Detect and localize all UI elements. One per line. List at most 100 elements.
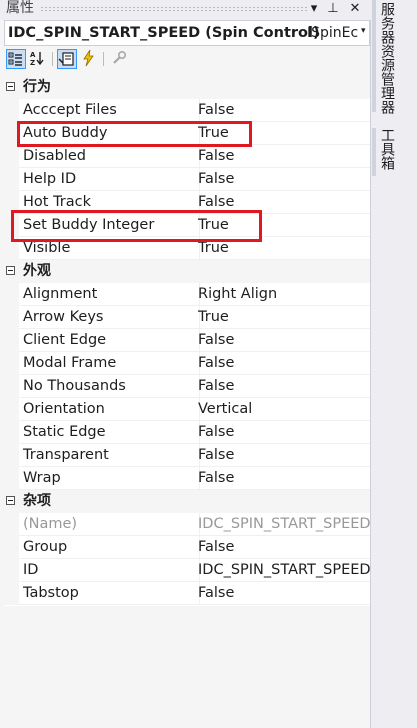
property-row[interactable]: Hot Track False <box>4 191 370 214</box>
close-icon[interactable]: ✕ <box>347 0 363 18</box>
property-value[interactable]: False <box>197 145 370 168</box>
svg-text:Z: Z <box>30 59 35 67</box>
title-grip <box>40 6 307 12</box>
property-row[interactable]: ID IDC_SPIN_START_SPEED <box>4 559 370 582</box>
property-name: Arrow Keys <box>19 306 200 329</box>
category-label: 杂项 <box>23 493 51 509</box>
property-value[interactable]: False <box>197 168 370 191</box>
property-value[interactable]: False <box>197 329 370 352</box>
collapse-icon[interactable] <box>6 266 15 275</box>
categorized-view-icon[interactable] <box>6 49 26 69</box>
category-appearance[interactable]: 外观 <box>4 260 370 283</box>
row-gutter <box>4 582 19 605</box>
row-gutter <box>4 352 19 375</box>
alphabetical-view-icon[interactable]: A Z <box>28 49 48 69</box>
property-row[interactable]: Visible True <box>4 237 370 260</box>
property-name: Transparent <box>19 444 200 467</box>
object-name: IDC_SPIN_START_SPEED (Spin Control) <box>8 25 320 41</box>
property-value[interactable]: False <box>197 375 370 398</box>
side-tab-bar <box>372 128 376 176</box>
svg-text:A: A <box>30 51 36 59</box>
property-value[interactable]: False <box>197 191 370 214</box>
row-gutter <box>4 145 19 168</box>
property-row[interactable]: Client Edge False <box>4 329 370 352</box>
property-value[interactable]: False <box>197 582 370 605</box>
row-gutter <box>4 444 19 467</box>
property-name: Hot Track <box>19 191 200 214</box>
property-name: No Thousands <box>19 375 200 398</box>
property-row[interactable]: Acccept Files False <box>4 99 370 122</box>
window-position-dropdown-icon[interactable]: ▾ <box>306 0 322 18</box>
row-gutter <box>4 99 19 122</box>
category-behavior[interactable]: 行为 <box>4 76 370 99</box>
property-row[interactable]: Group False <box>4 536 370 559</box>
property-name: Help ID <box>19 168 200 191</box>
property-value[interactable]: False <box>197 421 370 444</box>
property-row[interactable]: Orientation Vertical <box>4 398 370 421</box>
property-value[interactable]: False <box>197 352 370 375</box>
collapse-icon[interactable] <box>6 82 15 91</box>
property-row[interactable]: No Thousands False <box>4 375 370 398</box>
property-value[interactable]: True <box>197 122 370 145</box>
property-row[interactable]: (Name) IDC_SPIN_START_SPEED <box>4 513 370 536</box>
row-gutter <box>4 329 19 352</box>
server-explorer-tab[interactable]: 服务器资源管理器 <box>378 2 396 114</box>
panel-titlebar[interactable]: 属性 ▾ ⊥ ✕ <box>0 0 371 20</box>
row-gutter <box>4 398 19 421</box>
property-value[interactable]: Right Align <box>197 283 370 306</box>
property-name: Static Edge <box>19 421 200 444</box>
row-gutter <box>4 214 19 237</box>
property-row[interactable]: Transparent False <box>4 444 370 467</box>
property-row[interactable]: Disabled False <box>4 145 370 168</box>
pin-icon[interactable]: ⊥ <box>325 0 341 18</box>
toolbar-separator <box>103 52 104 66</box>
property-name: Acccept Files <box>19 99 200 122</box>
side-dock: 服务器资源管理器 工具箱 <box>372 0 417 728</box>
property-value[interactable]: False <box>197 444 370 467</box>
property-name: Visible <box>19 237 200 260</box>
property-value[interactable]: IDC_SPIN_START_SPEED <box>197 559 370 582</box>
property-row[interactable]: Auto Buddy True <box>4 122 370 145</box>
property-value[interactable]: False <box>197 467 370 490</box>
property-row[interactable]: Alignment Right Align <box>4 283 370 306</box>
property-pages-icon[interactable] <box>110 49 130 69</box>
property-value[interactable]: IDC_SPIN_START_SPEED <box>197 513 370 536</box>
property-name: (Name) <box>19 513 200 536</box>
properties-icon[interactable] <box>57 49 77 69</box>
property-name: Modal Frame <box>19 352 200 375</box>
property-name: Tabstop <box>19 582 200 605</box>
property-value[interactable]: Vertical <box>197 398 370 421</box>
row-gutter <box>4 421 19 444</box>
object-selector[interactable]: IDC_SPIN_START_SPEED (Spin Control) ISpi… <box>4 20 370 46</box>
chevron-down-icon[interactable]: ▾ <box>361 26 366 36</box>
property-row[interactable]: Modal Frame False <box>4 352 370 375</box>
category-label: 外观 <box>23 263 51 279</box>
toolbox-tab[interactable]: 工具箱 <box>378 128 396 170</box>
property-row[interactable]: Tabstop False <box>4 582 370 605</box>
property-name: Set Buddy Integer <box>19 214 200 237</box>
property-row[interactable]: Wrap False <box>4 467 370 490</box>
collapse-icon[interactable] <box>6 496 15 505</box>
property-value[interactable]: True <box>197 237 370 260</box>
property-row[interactable]: Set Buddy Integer True <box>4 214 370 237</box>
property-value[interactable]: False <box>197 99 370 122</box>
property-name: Group <box>19 536 200 559</box>
property-row[interactable]: Static Edge False <box>4 421 370 444</box>
property-name: Orientation <box>19 398 200 421</box>
category-misc[interactable]: 杂项 <box>4 490 370 513</box>
property-value[interactable]: True <box>197 306 370 329</box>
row-gutter <box>4 559 19 582</box>
property-value[interactable]: False <box>197 536 370 559</box>
property-name: Auto Buddy <box>19 122 200 145</box>
property-row[interactable]: Arrow Keys True <box>4 306 370 329</box>
property-value[interactable]: True <box>197 214 370 237</box>
row-gutter <box>4 306 19 329</box>
properties-panel: 属性 ▾ ⊥ ✕ IDC_SPIN_START_SPEED (Spin Cont… <box>0 0 371 728</box>
row-gutter <box>4 122 19 145</box>
object-type: ISpinEc <box>307 25 359 41</box>
toolbar-separator <box>52 52 53 66</box>
property-row[interactable]: Help ID False <box>4 168 370 191</box>
events-icon[interactable] <box>79 49 99 69</box>
row-gutter <box>4 168 19 191</box>
row-gutter <box>4 375 19 398</box>
